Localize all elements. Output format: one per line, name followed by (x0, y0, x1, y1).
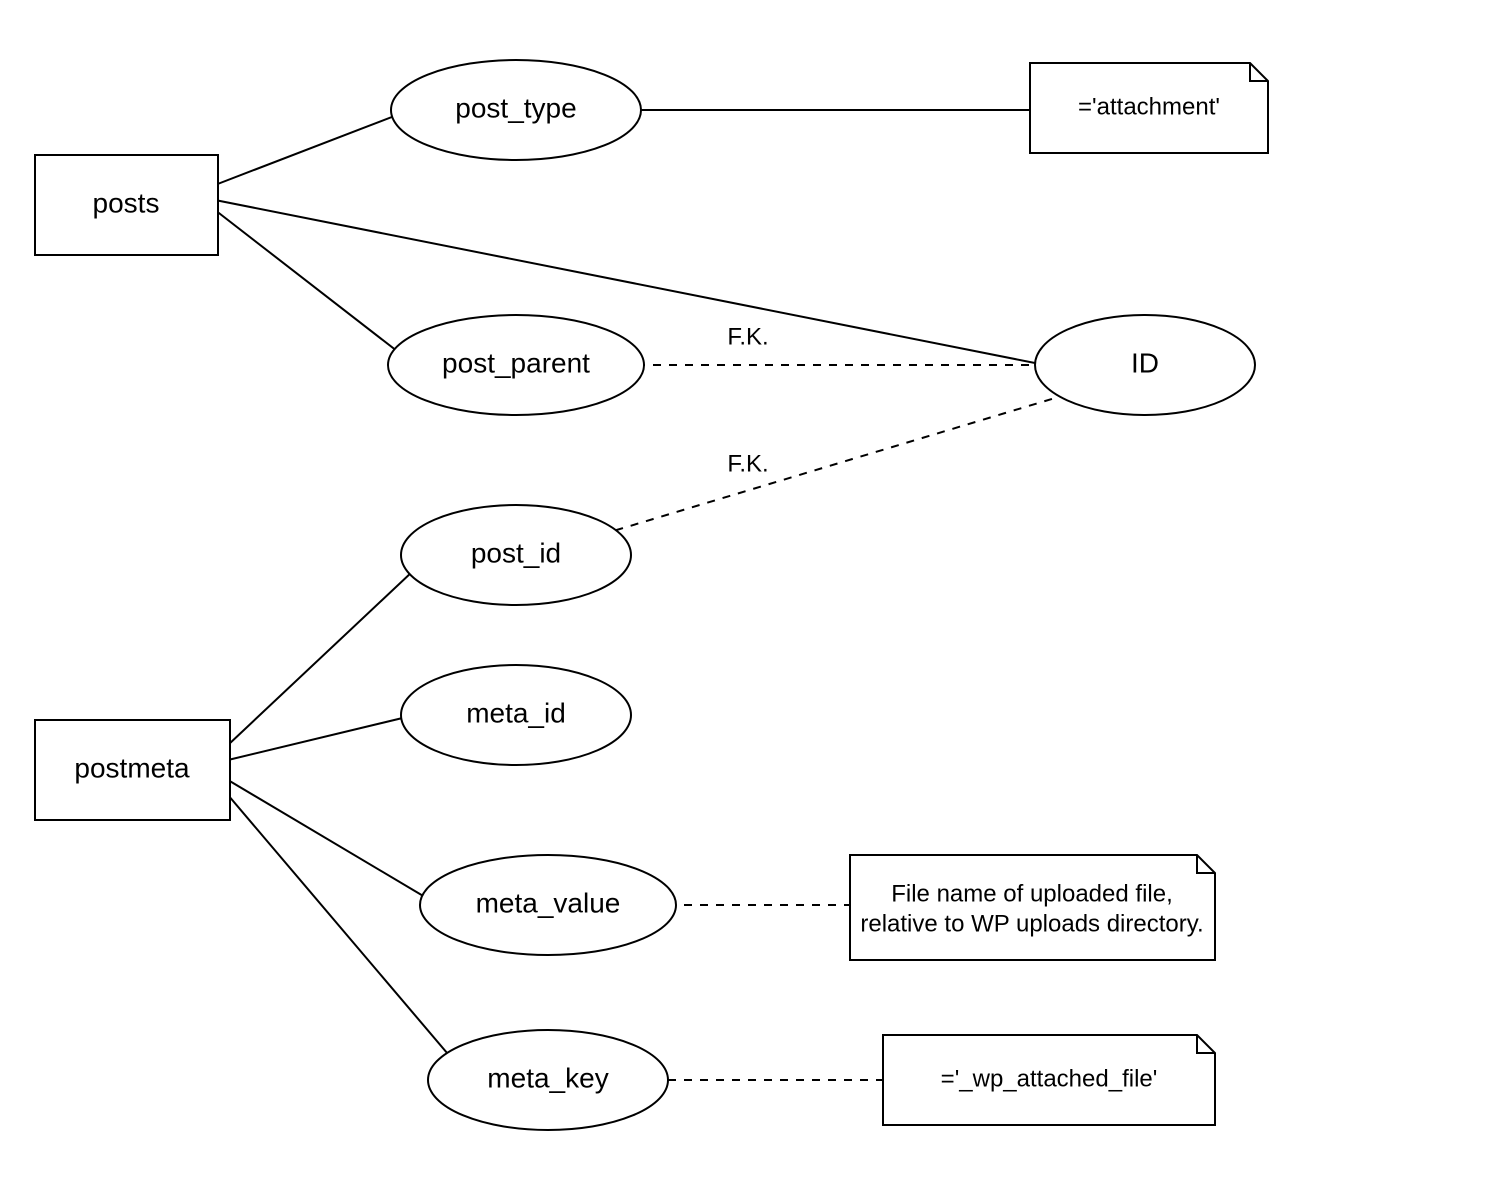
edge-posts-posttype (215, 110, 410, 185)
edge-postmeta-metavalue (228, 780, 430, 900)
entity-posts: posts (35, 155, 218, 255)
edge-label-fk1: F.K. (727, 323, 768, 350)
attribute-meta-key-label: meta_key (487, 1062, 608, 1093)
attribute-meta-id: meta_id (401, 665, 631, 765)
entity-posts-label: posts (93, 187, 160, 218)
attribute-meta-key: meta_key (428, 1030, 668, 1130)
attribute-id: ID (1035, 315, 1255, 415)
note-attachment-text: ='attachment' (1078, 93, 1220, 120)
edge-postmeta-metakey (228, 795, 470, 1080)
attribute-post-type: post_type (391, 60, 641, 160)
attribute-post-id-label: post_id (471, 537, 561, 568)
attribute-meta-value: meta_value (420, 855, 676, 955)
note-meta-value: File name of uploaded file, relative to … (850, 855, 1215, 960)
entity-postmeta: postmeta (35, 720, 230, 820)
edge-postmeta-metaid (228, 715, 415, 760)
note-meta-key: ='_wp_attached_file' (883, 1035, 1215, 1125)
er-diagram: F.K. F.K. posts postmeta post_type post_… (0, 0, 1500, 1195)
attribute-meta-id-label: meta_id (466, 697, 566, 728)
attribute-id-label: ID (1131, 347, 1159, 378)
edge-label-fk2: F.K. (727, 450, 768, 477)
edge-posts-id (215, 200, 1045, 365)
attribute-post-id: post_id (401, 505, 631, 605)
attribute-post-type-label: post_type (455, 92, 576, 123)
note-meta-key-text: ='_wp_attached_file' (941, 1065, 1158, 1092)
entity-postmeta-label: postmeta (74, 752, 190, 783)
note-meta-value-line1: File name of uploaded file, (891, 880, 1173, 907)
attribute-meta-value-label: meta_value (476, 887, 621, 918)
note-attachment: ='attachment' (1030, 63, 1268, 153)
attribute-post-parent: post_parent (388, 315, 644, 415)
edge-postmeta-postid (228, 555, 430, 745)
attribute-post-parent-label: post_parent (442, 347, 590, 378)
note-meta-value-line2: relative to WP uploads directory. (860, 910, 1203, 937)
edge-postid-id-fk (600, 395, 1065, 535)
